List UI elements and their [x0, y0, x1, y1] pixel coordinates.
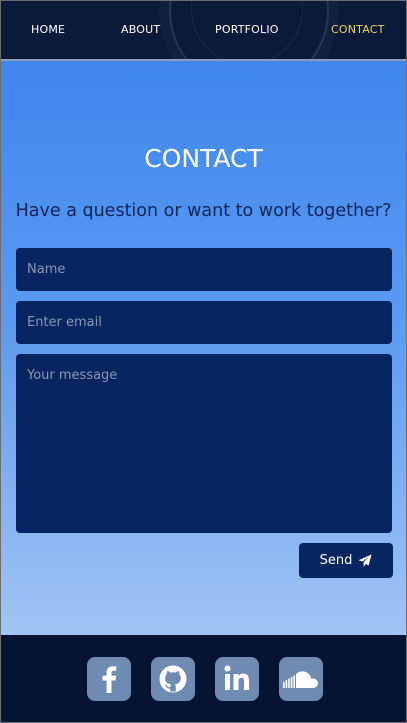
- nav-contact-link[interactable]: CONTACT: [331, 23, 385, 36]
- page-subtitle: Have a question or want to work together…: [15, 201, 392, 221]
- paper-plane-icon: [358, 554, 372, 567]
- github-icon: [159, 665, 187, 693]
- facebook-link[interactable]: [87, 657, 131, 701]
- soundcloud-icon: [283, 671, 318, 688]
- send-button[interactable]: Send: [299, 543, 393, 578]
- page-frame: HOME ABOUT PORTFOLIO CONTACT CONTACT Hav…: [0, 0, 407, 723]
- nav-portfolio-link[interactable]: PORTFOLIO: [215, 23, 279, 36]
- github-link[interactable]: [151, 657, 195, 701]
- nav-home-link[interactable]: HOME: [31, 23, 65, 36]
- send-label: Send: [319, 553, 353, 568]
- contact-section: CONTACT Have a question or want to work …: [1, 61, 406, 635]
- facebook-icon: [102, 666, 117, 693]
- top-navbar: HOME ABOUT PORTFOLIO CONTACT: [1, 1, 406, 59]
- linkedin-icon: [224, 665, 249, 690]
- email-input[interactable]: [16, 301, 392, 344]
- message-textarea[interactable]: [16, 354, 392, 533]
- name-input[interactable]: [16, 248, 392, 291]
- soundcloud-link[interactable]: [279, 657, 323, 701]
- linkedin-link[interactable]: [215, 657, 259, 701]
- footer: [1, 635, 406, 722]
- page-title: CONTACT: [144, 144, 263, 173]
- nav-about-link[interactable]: ABOUT: [121, 23, 160, 36]
